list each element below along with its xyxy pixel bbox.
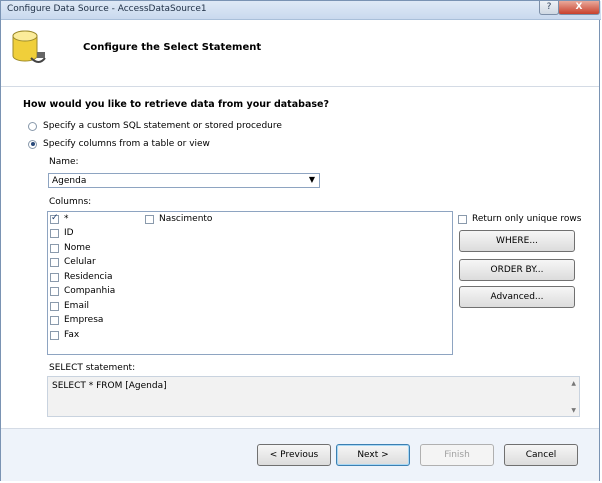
dialog-window: Configure Data Source - AccessDataSource… (0, 0, 601, 481)
dropdown-arrow-icon[interactable]: ▼ (309, 175, 315, 184)
column-label: Email (64, 301, 89, 311)
column-item[interactable]: ID (50, 228, 74, 238)
column-checkbox[interactable] (50, 257, 59, 267)
retrieve-question: How would you like to retrieve data from… (23, 99, 329, 110)
column-item[interactable]: Fax (50, 330, 79, 340)
name-label: Name: (49, 157, 79, 167)
column-item[interactable]: Nome (50, 243, 91, 253)
column-label: * (64, 214, 69, 224)
radio-table-columns[interactable]: Specify columns from a table or view (28, 139, 210, 149)
radio-custom-sql-indicator[interactable] (28, 121, 37, 131)
table-name-select[interactable]: Agenda ▼ (48, 173, 320, 188)
column-item[interactable]: Celular (50, 257, 96, 267)
scroll-down-icon[interactable]: ▼ (571, 407, 576, 414)
finish-button[interactable]: Finish (420, 444, 494, 466)
radio-custom-sql-label: Specify a custom SQL statement or stored… (43, 121, 282, 131)
column-checkbox[interactable] (50, 315, 59, 325)
columns-label: Columns: (49, 197, 92, 207)
column-item[interactable]: Email (50, 301, 89, 311)
columns-list: * ID Nome Celular Residencia Companhia (47, 211, 453, 355)
select-statement-box[interactable]: SELECT * FROM [Agenda] ▲ ▼ (47, 376, 580, 417)
column-checkbox[interactable] (145, 214, 154, 224)
column-checkbox[interactable] (50, 286, 59, 296)
window-title: Configure Data Source - AccessDataSource… (7, 4, 207, 14)
column-item[interactable]: Residencia (50, 272, 113, 282)
column-checkbox[interactable] (50, 301, 59, 311)
cancel-button[interactable]: Cancel (504, 444, 578, 466)
wizard-body: How would you like to retrieve data from… (1, 87, 599, 428)
column-label: Companhia (64, 286, 116, 296)
advanced-button[interactable]: Advanced... (459, 286, 575, 308)
column-label: Empresa (64, 315, 104, 325)
column-item[interactable]: * (50, 213, 69, 224)
column-label: Fax (64, 330, 80, 340)
scroll-up-icon[interactable]: ▲ (571, 380, 576, 387)
column-item[interactable]: Companhia (50, 286, 115, 296)
wizard-footer: < Previous Next > Finish Cancel (1, 428, 599, 481)
column-item[interactable]: Empresa (50, 315, 103, 325)
database-icon (12, 30, 46, 63)
column-checkbox[interactable] (50, 330, 59, 340)
column-label: Nome (64, 243, 91, 253)
table-name-value: Agenda (52, 176, 87, 186)
radio-table-columns-label: Specify columns from a table or view (43, 139, 210, 149)
column-checkbox[interactable] (50, 228, 59, 238)
radio-table-columns-indicator[interactable] (28, 139, 37, 149)
column-label: Celular (64, 257, 96, 267)
column-label: ID (64, 228, 74, 238)
unique-rows-checkbox[interactable] (458, 214, 467, 224)
column-checkbox[interactable] (50, 213, 59, 224)
select-statement-label: SELECT statement: (49, 363, 136, 373)
select-statement-text: SELECT * FROM [Agenda] (52, 381, 167, 391)
next-button[interactable]: Next > (336, 444, 410, 466)
previous-button[interactable]: < Previous (257, 444, 331, 466)
where-button[interactable]: WHERE... (459, 230, 575, 252)
column-item[interactable]: Nascimento (145, 214, 212, 224)
column-checkbox[interactable] (50, 243, 59, 253)
column-checkbox[interactable] (50, 272, 59, 282)
close-button[interactable]: X (558, 1, 600, 15)
help-button[interactable]: ? (539, 1, 559, 15)
unique-rows-option[interactable]: Return only unique rows (458, 214, 581, 224)
unique-rows-label: Return only unique rows (472, 214, 582, 224)
column-label: Residencia (64, 272, 113, 282)
column-label: Nascimento (159, 214, 213, 224)
order-by-button[interactable]: ORDER BY... (459, 259, 575, 281)
radio-custom-sql[interactable]: Specify a custom SQL statement or stored… (28, 121, 282, 131)
wizard-header: Configure the Select Statement (1, 20, 599, 87)
page-title: Configure the Select Statement (83, 42, 262, 53)
title-bar[interactable]: Configure Data Source - AccessDataSource… (1, 1, 601, 20)
